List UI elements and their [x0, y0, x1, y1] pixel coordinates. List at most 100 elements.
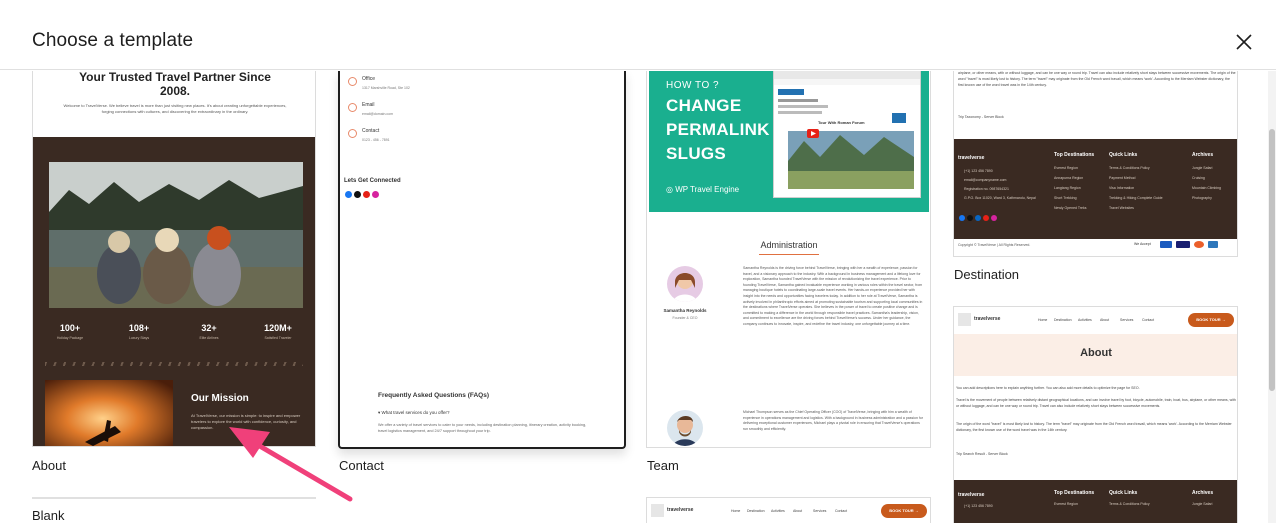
- footer-column-title: Quick Links: [1109, 152, 1138, 158]
- footer-link: Jungle Safari: [1192, 166, 1213, 170]
- nav-item: Activities: [771, 509, 785, 513]
- wp-travel-engine-icon: ◎: [666, 185, 676, 194]
- connect-heading: Lets Get Connected: [344, 178, 401, 184]
- member-bio: Samantha Reynolds is the driving force b…: [743, 266, 923, 326]
- footer-link: Langtang Region: [1054, 186, 1081, 190]
- blank-card-top: [32, 497, 316, 499]
- member-name: Samantha Reynolds: [663, 308, 707, 313]
- heading-underline: [759, 254, 819, 255]
- about-hero: About: [954, 334, 1237, 376]
- about-preview-header: Your Trusted Travel Partner Since 2008. …: [33, 71, 315, 137]
- close-button[interactable]: [1228, 26, 1260, 58]
- hero-line: CHANGE: [666, 96, 742, 115]
- instagram-icon: [372, 191, 379, 198]
- book-tour-button: BOOK TOUR →: [881, 504, 927, 518]
- footer-contact: G.P.O. Box 11020, Ward 3, Kathmandu, Nep…: [964, 196, 1036, 200]
- footer-link: Everest Region: [1054, 502, 1078, 506]
- about-preview-dark-section: 100+ Holiday Package 108+ Luxury Stays 3…: [33, 137, 315, 446]
- facebook-icon: [959, 215, 965, 221]
- nav-item: Destination: [1054, 318, 1072, 322]
- footer-link: Jungle Safari: [1192, 502, 1213, 506]
- template-label-blank[interactable]: Blank: [32, 508, 65, 523]
- dashed-divider: [45, 362, 303, 366]
- nav-item: About: [793, 509, 803, 513]
- instagram-icon: [991, 215, 997, 221]
- hero-line: PERMALINK: [666, 120, 770, 139]
- scrollbar[interactable]: [1268, 71, 1276, 523]
- about-preview-heading: Your Trusted Travel Partner Since 2008.: [79, 71, 271, 98]
- destination-text: airplane, or other means, with or withou…: [958, 71, 1236, 87]
- avatar: [667, 266, 703, 302]
- template-label-about[interactable]: About: [32, 458, 66, 473]
- mission-title: Our Mission: [191, 393, 249, 404]
- nav-item: Services: [813, 509, 827, 513]
- mission-photo: [45, 380, 173, 446]
- footer-contact: email@companyname.com: [964, 178, 1007, 182]
- hero-small-text: HOW TO ?: [666, 80, 720, 91]
- footer-contact: (+1) 123 456 7890: [964, 169, 993, 173]
- footer-column-title: Top Destinations: [1054, 152, 1095, 158]
- stat-item: 32+ Elite Airlines: [199, 323, 219, 340]
- nav-item: Destination: [747, 509, 765, 513]
- scrollbar-thumb[interactable]: [1269, 129, 1275, 391]
- about-preview-photo: [49, 162, 303, 308]
- footer-link: Photography: [1192, 196, 1212, 200]
- mastercard-icon: [1194, 241, 1204, 248]
- footer-link: Short Trekking: [1054, 196, 1077, 200]
- x-icon: [967, 215, 973, 221]
- template-card-destination[interactable]: airplane, or other means, with or withou…: [953, 71, 1238, 257]
- copyright: Copyright © TravelVerse | All Rights Res…: [958, 243, 1031, 247]
- footer-link: Terms & Conditions Policy: [1109, 166, 1150, 170]
- nav-item: Home: [1038, 318, 1048, 322]
- template-card-about[interactable]: Your Trusted Travel Partner Since 2008. …: [32, 71, 316, 447]
- template-card-about-alt[interactable]: travelverse Home Destination Activities …: [953, 306, 1238, 523]
- team-section-heading: Administration: [760, 240, 818, 250]
- facebook-icon: [345, 191, 352, 198]
- faq-answer: We offer a variety of travel services to…: [378, 423, 587, 433]
- amex-icon: [1208, 241, 1218, 248]
- about-text: The origin of the word "travel" is most …: [956, 422, 1232, 432]
- paypal-icon: [1160, 241, 1172, 248]
- nav-item: About: [1100, 318, 1110, 322]
- template-label-contact[interactable]: Contact: [339, 458, 384, 473]
- template-card-contact[interactable]: Office 1317 Marshville Road, Ste 102 Ema…: [338, 71, 626, 449]
- destination-caption: Trip Taxonomy - Server Block: [958, 115, 1004, 119]
- template-dialog: Choose a template Your Trusted Travel Pa…: [0, 0, 1276, 523]
- about-text: You can add descriptions here to explain…: [956, 386, 1140, 390]
- template-card-partial[interactable]: travelverse Home Destination Activities …: [646, 497, 931, 523]
- x-icon: [354, 191, 361, 198]
- footer-link: Terms & Conditions Policy: [1109, 502, 1150, 506]
- logo-placeholder: [651, 504, 664, 517]
- mission-text: At TravelVerse, our mission is simple: t…: [191, 413, 301, 430]
- footer-link: Newly Opened Treks: [1054, 206, 1087, 210]
- phone-icon: [348, 129, 357, 138]
- footer-brand: travelverse: [958, 155, 985, 161]
- linkedin-icon: [975, 215, 981, 221]
- visa-icon: [1176, 241, 1190, 248]
- member-role: Founder & CEO: [672, 316, 698, 320]
- footer-column-title: Quick Links: [1109, 490, 1138, 496]
- about-caption: Trip Search Result - Server Block: [956, 452, 1008, 456]
- footer-link: Travel Websites: [1109, 206, 1134, 210]
- dialog-header: Choose a template: [0, 0, 1276, 70]
- footer-link: Visa Information: [1109, 186, 1135, 190]
- stat-item: 100+ Holiday Package: [56, 323, 84, 340]
- template-label-destination[interactable]: Destination: [954, 267, 1019, 282]
- footer-link: Annapurna Region: [1054, 176, 1084, 180]
- youtube-icon: [363, 191, 370, 198]
- hero-brand: ◎ WP Travel Engine: [666, 185, 740, 194]
- about-preview-intro: Welcome to TravelVerse. We believe trave…: [63, 103, 287, 114]
- template-card-team[interactable]: HOW TO ? CHANGE PERMALINK SLUGS ◎ WP Tra…: [646, 71, 931, 448]
- email-icon: [348, 103, 357, 112]
- location-icon: [348, 77, 357, 86]
- footer-column-title: Archives: [1192, 490, 1214, 496]
- footer-brand: travelverse: [958, 492, 985, 498]
- team-preview-hero: HOW TO ? CHANGE PERMALINK SLUGS ◎ WP Tra…: [649, 71, 929, 212]
- faq-question: ▾ What travel services do you offer?: [378, 410, 450, 415]
- nav-brand: travelverse: [667, 507, 694, 513]
- about-hero-title: About: [1080, 347, 1112, 359]
- about-text: Travel is the movement of people between…: [956, 398, 1236, 408]
- footer-contact: (+1) 123 456 7890: [964, 504, 993, 508]
- template-label-team[interactable]: Team: [647, 458, 679, 473]
- footer-contact: Registration no. 0987654321: [964, 187, 1009, 191]
